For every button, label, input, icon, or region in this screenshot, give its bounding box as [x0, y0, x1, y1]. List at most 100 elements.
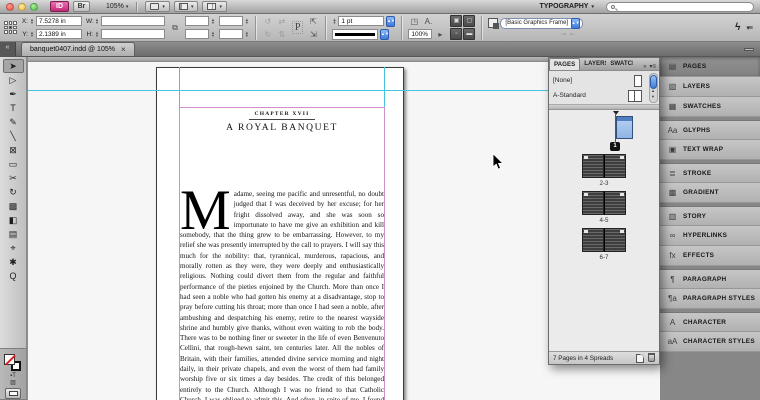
zoom-level-dropdown[interactable]: 105% ▾: [106, 3, 128, 10]
panel-menu-icon[interactable]: ▾≡: [649, 63, 656, 70]
workspace-switcher[interactable]: TYPOGRAPHY ▾: [539, 3, 602, 10]
tools-panel-rotate-tool[interactable]: ↻: [3, 185, 24, 199]
shear-stepper[interactable]: ▲ ▼: [245, 31, 249, 38]
masters-scrollbar[interactable]: ▲ ▼: [649, 73, 658, 103]
fill-stroke-swatches[interactable]: [3, 354, 23, 372]
window-close-button[interactable]: [6, 2, 14, 11]
tab-layers[interactable]: LAYERS: [580, 58, 606, 70]
center-content-button[interactable]: ▫: [450, 28, 463, 40]
stroke-weight-stepper[interactable]: ▲ ▼: [332, 18, 336, 25]
panel-dock-paragraph[interactable]: ¶ PARAGRAPH: [660, 269, 760, 289]
panel-dock-layers[interactable]: ▧ LAYERS: [660, 77, 760, 97]
fill-frame-button[interactable]: ▣: [450, 15, 463, 27]
y-stepper[interactable]: ▲ ▼: [30, 31, 34, 38]
panel-dock-glyphs[interactable]: Aa GLYPHS: [660, 120, 760, 140]
height-stepper[interactable]: ▲ ▼: [95, 31, 99, 38]
panel-dock-gradient[interactable]: ▩ GRADIENT: [660, 183, 760, 203]
create-new-page-icon[interactable]: [636, 353, 644, 363]
scale-y-field[interactable]: [184, 29, 209, 39]
arrange-documents-button[interactable]: ▾: [202, 1, 227, 12]
tools-panel-hand-tool[interactable]: ✱: [3, 255, 24, 269]
width-stepper[interactable]: ▲ ▼: [95, 18, 99, 25]
tools-panel-scissors-tool[interactable]: ✂: [3, 171, 24, 185]
scrollbar-thumb[interactable]: [650, 75, 657, 89]
effects-icon[interactable]: A.: [422, 16, 434, 27]
scroll-down-icon[interactable]: ▼: [650, 95, 656, 99]
panel-dock-effects[interactable]: fx EFFECTS: [660, 246, 760, 266]
rotation-stepper[interactable]: ▲ ▼: [245, 18, 249, 25]
flip-vertical-icon[interactable]: ⇅: [276, 29, 288, 40]
stroke-weight-field[interactable]: 1 pt: [338, 16, 385, 26]
master-page-none[interactable]: [None]: [553, 73, 655, 88]
formatting-affects-buttons[interactable]: ▪T: [4, 372, 22, 379]
window-minimize-button[interactable]: [18, 2, 26, 11]
spread-thumbnail[interactable]: 4-5: [549, 191, 659, 224]
opacity-dropdown-arrow[interactable]: ▸: [434, 29, 446, 40]
scroll-up-icon[interactable]: ▲: [650, 89, 656, 93]
panel-overflow-icon[interactable]: »: [643, 64, 646, 70]
x-position-field[interactable]: 7.5278 in: [35, 16, 82, 26]
spread-thumbnail[interactable]: 6-7: [549, 228, 659, 261]
tools-panel-type-tool[interactable]: T: [3, 101, 24, 115]
tab-pages[interactable]: PAGES: [549, 58, 581, 70]
bridge-button[interactable]: Br: [73, 1, 90, 12]
stroke-weight-dropdown[interactable]: ▲▼: [386, 15, 396, 27]
fill-swatch-none[interactable]: [4, 354, 15, 365]
close-icon[interactable]: ×: [121, 45, 126, 54]
screen-mode-button[interactable]: ▾: [173, 1, 199, 12]
rotation-angle-field[interactable]: [218, 16, 243, 26]
rotate-cw-icon[interactable]: ↻: [262, 29, 274, 40]
apply-color-button[interactable]: ▨: [4, 379, 22, 386]
tools-panel-direct-selection-tool[interactable]: ▷: [3, 73, 24, 87]
window-zoom-button[interactable]: [30, 2, 38, 11]
scale-y-stepper[interactable]: ▲ ▼: [211, 31, 215, 38]
document-tab[interactable]: banquet0407.indd @ 105% ×: [21, 42, 135, 56]
fit-content-button[interactable]: ▢: [463, 15, 476, 27]
search-box[interactable]: [606, 1, 754, 12]
tools-panel-rectangle-frame-tool[interactable]: ⊠: [3, 143, 24, 157]
control-panel-menu-icon[interactable]: ▾≡: [746, 24, 753, 32]
select-content-icon[interactable]: ⇲: [307, 29, 319, 40]
quick-apply-icon[interactable]: ϟ: [735, 22, 740, 33]
object-style-dropdown-arrow[interactable]: ▲▼: [571, 17, 581, 29]
stroke-style-dropdown-arrow[interactable]: ▲▼: [380, 28, 390, 40]
fit-frame-button[interactable]: ▬: [463, 28, 476, 40]
page-1-thumbnail-selected[interactable]: [616, 116, 633, 139]
corner-options-icon[interactable]: ◳: [408, 16, 420, 27]
view-options-button[interactable]: ▾: [145, 1, 170, 12]
tools-panel-rectangle-tool[interactable]: ▭: [3, 157, 24, 171]
panel-dock-text-wrap[interactable]: ▣ TEXT WRAP: [660, 140, 760, 160]
delete-page-trash-icon[interactable]: [648, 353, 655, 362]
tab-swatches[interactable]: SWATCHES: [606, 58, 633, 70]
panel-dock-stroke[interactable]: ≣ STROKE: [660, 163, 760, 183]
scale-x-stepper[interactable]: ▲ ▼: [211, 18, 215, 25]
search-input[interactable]: [618, 3, 749, 10]
x-stepper[interactable]: ▲ ▼: [30, 18, 34, 25]
dock-grip[interactable]: [744, 47, 754, 51]
master-page-a-standard[interactable]: A-Standard: [553, 88, 655, 103]
spread-thumbnail[interactable]: 2-3: [549, 154, 659, 187]
panel-dock-character-styles[interactable]: aA CHARACTER STYLES: [660, 332, 760, 352]
panel-dock-swatches[interactable]: ▦ SWATCHES: [660, 97, 760, 117]
tools-panel-line-tool[interactable]: ╲: [3, 129, 24, 143]
panel-dock-hyperlinks[interactable]: ∞ HYPERLINKS: [660, 226, 760, 246]
constrain-proportions-link-icon[interactable]: ⧉: [169, 22, 181, 33]
scale-x-field[interactable]: [184, 16, 209, 26]
tools-panel-gradient-feather-tool[interactable]: ◧: [3, 213, 24, 227]
shear-angle-field[interactable]: [218, 29, 243, 39]
tools-panel-note-tool[interactable]: ▤: [3, 227, 24, 241]
reference-point-proxy[interactable]: [4, 21, 17, 34]
toolbar-collapse-button[interactable]: «: [0, 41, 16, 56]
tools-panel-zoom-tool[interactable]: Q: [3, 269, 24, 283]
width-field[interactable]: [100, 16, 165, 26]
tools-panel-pencil-tool[interactable]: ✎: [3, 115, 24, 129]
tools-panel-selection-tool[interactable]: ➤: [2, 59, 24, 73]
tools-panel-gradient-tool[interactable]: ▩: [3, 199, 24, 213]
panel-dock-character[interactable]: A CHARACTER: [660, 312, 760, 332]
stroke-style-dropdown[interactable]: [332, 28, 379, 40]
y-position-field[interactable]: 2.1389 in: [35, 29, 82, 39]
panel-dock-story[interactable]: ▥ STORY: [660, 206, 760, 226]
height-field[interactable]: [100, 29, 165, 39]
clear-overrides-icon[interactable]: ⇤: [570, 31, 575, 38]
break-link-style-icon[interactable]: ⇥: [561, 31, 566, 38]
